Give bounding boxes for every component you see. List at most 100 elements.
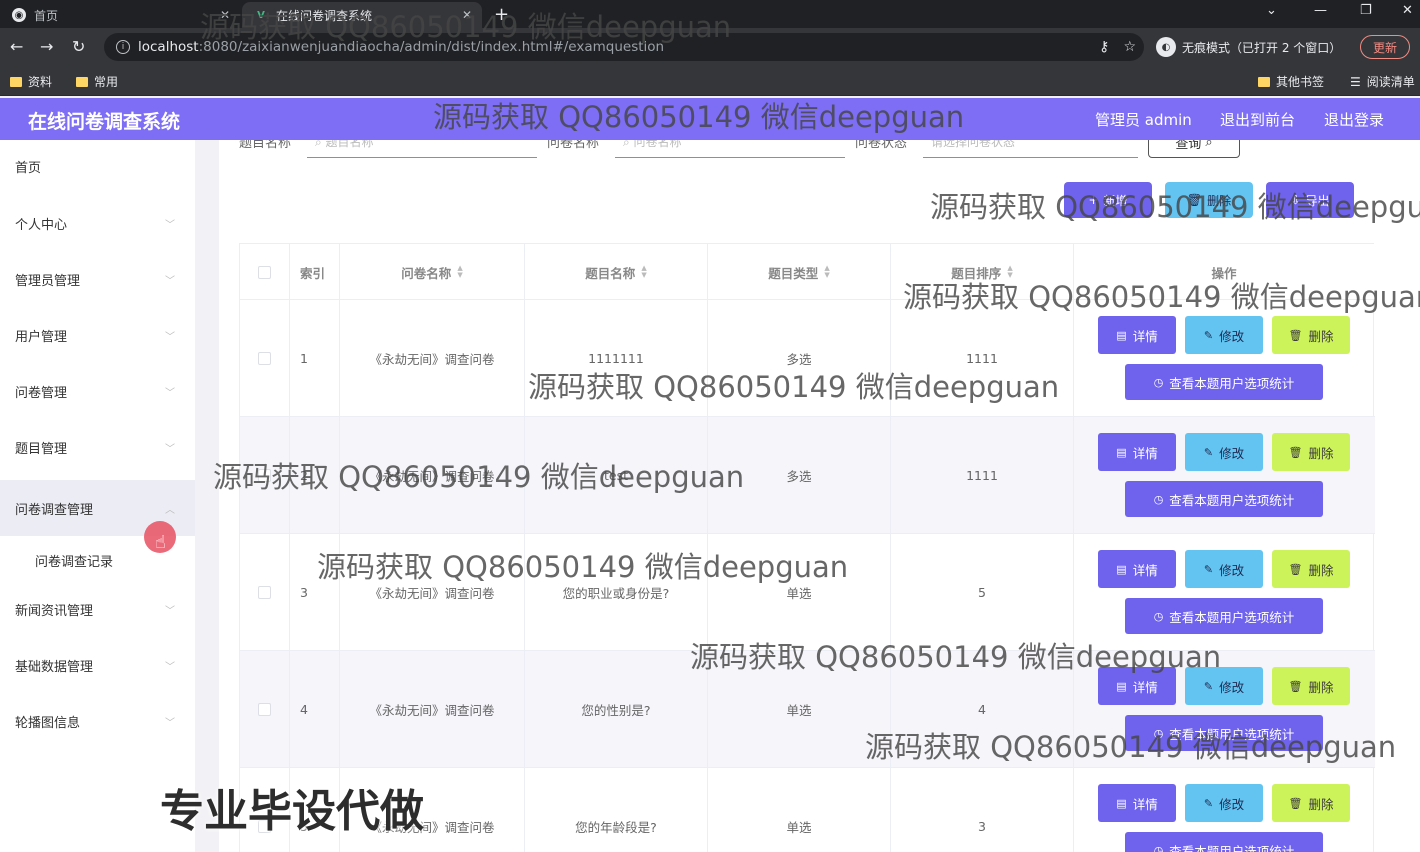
minimize-icon[interactable]: —	[1314, 3, 1327, 18]
incognito-icon: ◐	[1156, 37, 1176, 57]
browser-tab-home[interactable]: ◉ 首页 ✕	[0, 2, 240, 28]
site-info-icon[interactable]: i	[116, 40, 130, 54]
edit-button[interactable]: ✎ 修改	[1185, 550, 1263, 588]
cell-type: 单选	[708, 768, 891, 852]
chevron-down-icon: ﹀	[165, 605, 175, 617]
sidebar-item-user-management[interactable]: 用户管理 ﹀	[0, 313, 195, 357]
incognito-indicator[interactable]: ◐ 无痕模式（已打开 2 个窗口）	[1156, 35, 1341, 59]
detail-button[interactable]: ▤ 详情	[1098, 667, 1176, 705]
table-row: 1 《永劫无间》调查问卷 1111111 多选 1111 ▤ 详情 ✎ 修改 🗑 删除 ◷ 查看本题用户…	[240, 300, 1375, 417]
cell-question: 您的年龄段是?	[525, 768, 708, 852]
close-icon[interactable]: ✕	[220, 8, 230, 22]
column-header-actions: 操作	[1211, 265, 1237, 281]
select-all-checkbox[interactable]	[258, 265, 271, 279]
delete-button[interactable]: 🗑 删除	[1272, 316, 1350, 354]
exit-to-front-link[interactable]: 退出到前台	[1220, 109, 1295, 130]
url-input[interactable]: i localhost:8080/zaixianwenjuandiaocha/a…	[104, 33, 1144, 61]
edit-button[interactable]: ✎ 修改	[1185, 667, 1263, 705]
trash-icon: 🗑	[1288, 328, 1303, 342]
option-stats-button[interactable]: ◷ 查看本题用户选项统计	[1125, 715, 1323, 751]
query-button[interactable]: 查询 ⌕	[1148, 140, 1240, 158]
column-header-order[interactable]: 题目排序 ▲ ▼	[891, 244, 1074, 300]
cell-type: 单选	[708, 651, 891, 768]
sort-icon[interactable]: ▲ ▼	[824, 265, 829, 279]
sidebar-item-carousel[interactable]: 轮播图信息 ﹀	[0, 699, 195, 743]
bookmark-other[interactable]: 其他书签	[1258, 73, 1324, 90]
chevron-up-icon: ︿	[165, 504, 175, 516]
key-icon[interactable]: ⚷	[1099, 39, 1109, 55]
document-icon: ▤	[1116, 328, 1127, 342]
sidebar-item-question-management[interactable]: 题目管理 ﹀	[0, 425, 195, 469]
edit-button[interactable]: ✎ 修改	[1185, 433, 1263, 471]
sidebar-item-admin-management[interactable]: 管理员管理 ﹀	[0, 257, 195, 301]
chevron-down-icon: ﹀	[165, 219, 175, 231]
question-name-input[interactable]: ⌕ 题目名称	[307, 140, 537, 158]
option-stats-button[interactable]: ◷ 查看本题用户选项统计	[1125, 364, 1323, 400]
reload-icon[interactable]: ↻	[72, 37, 85, 56]
option-stats-button[interactable]: ◷ 查看本题用户选项统计	[1125, 481, 1323, 517]
row-checkbox[interactable]	[258, 703, 271, 716]
column-header-question[interactable]: 题目名称 ▲ ▼	[525, 244, 708, 300]
sidebar-item-questionnaire-management[interactable]: 问卷管理 ﹀	[0, 369, 195, 413]
sidebar-item-base-data-management[interactable]: 基础数据管理 ﹀	[0, 643, 195, 687]
detail-button[interactable]: ▤ 详情	[1098, 316, 1176, 354]
cell-order: 1111	[891, 417, 1074, 534]
logout-link[interactable]: 退出登录	[1324, 109, 1384, 130]
delete-button[interactable]: 🗑 删除	[1272, 433, 1350, 471]
option-stats-button[interactable]: ◷ 查看本题用户选项统计	[1125, 598, 1323, 634]
sort-icon[interactable]: ▲ ▼	[641, 265, 646, 279]
restore-icon[interactable]: ❐	[1360, 3, 1372, 18]
search-label-status: 问卷状态	[855, 140, 908, 151]
cell-index: 1	[290, 300, 340, 417]
clock-icon: ◷	[1153, 492, 1164, 506]
pencil-icon: ✎	[1203, 679, 1214, 693]
delete-button[interactable]: 🗑 删除	[1272, 550, 1350, 588]
bookmark-star-icon[interactable]: ☆	[1123, 39, 1136, 55]
trash-icon: 🗑	[1186, 193, 1203, 207]
browser-tab-strip: ◉ 首页 ✕ V 在线问卷调查系统 ✕ + ⌄ — ❐ ✕	[0, 0, 1420, 28]
questionnaire-name-input[interactable]: ⌕ 问卷名称	[615, 140, 845, 158]
app-header: 在线问卷调查系统 管理员 admin 退出到前台 退出登录	[0, 98, 1420, 140]
url-path: :8080/zaixianwenjuandiaocha/admin/dist/i…	[198, 39, 665, 55]
chevron-down-icon: ﹀	[165, 661, 175, 673]
document-icon: ▤	[1116, 445, 1127, 459]
sidebar-item-news-management[interactable]: 新闻资讯管理 ﹀	[0, 587, 195, 631]
row-checkbox[interactable]	[258, 352, 271, 365]
bookmark-folder-ziliao[interactable]: 资料	[10, 73, 52, 90]
row-checkbox[interactable]	[258, 469, 271, 482]
row-checkbox-cell	[240, 534, 290, 651]
column-header-type[interactable]: 题目类型 ▲ ▼	[708, 244, 891, 300]
option-stats-button[interactable]: ◷ 查看本题用户选项统计	[1125, 832, 1323, 852]
browser-tab-active[interactable]: V 在线问卷调查系统 ✕	[242, 2, 482, 28]
detail-button[interactable]: ▤ 详情	[1098, 550, 1176, 588]
column-header-questionnaire[interactable]: 问卷名称 ▲ ▼	[340, 244, 525, 300]
tab-search-icon[interactable]: ⌄	[1266, 3, 1277, 18]
update-button[interactable]: 更新	[1360, 35, 1410, 59]
edit-button[interactable]: ✎ 修改	[1185, 784, 1263, 822]
back-icon[interactable]: ←	[10, 37, 23, 56]
detail-button[interactable]: ▤ 详情	[1098, 784, 1176, 822]
detail-button[interactable]: ▤ 详情	[1098, 433, 1176, 471]
trash-icon: 🗑	[1288, 445, 1303, 459]
delete-button[interactable]: 🗑 删除	[1272, 784, 1350, 822]
forward-icon[interactable]: →	[40, 37, 53, 56]
edit-button[interactable]: ✎ 修改	[1185, 316, 1263, 354]
row-checkbox[interactable]	[258, 586, 271, 599]
export-button[interactable]: ⇩ 导出	[1266, 182, 1354, 218]
sort-icon[interactable]: ▲ ▼	[457, 265, 462, 279]
new-tab-button[interactable]: +	[494, 4, 509, 25]
bookmark-folder-changyong[interactable]: 常用	[76, 73, 118, 90]
sort-icon[interactable]: ▲ ▼	[1007, 265, 1012, 279]
cell-index: 3	[290, 534, 340, 651]
delete-button[interactable]: 🗑 删除	[1272, 667, 1350, 705]
reading-list[interactable]: ☰ 阅读清单	[1350, 73, 1415, 90]
add-button[interactable]: + 新增	[1064, 182, 1152, 218]
questionnaire-status-select[interactable]: 请选择问卷状态	[923, 140, 1138, 158]
window-close-icon[interactable]: ✕	[1402, 3, 1413, 18]
chevron-down-icon: ﹀	[165, 443, 175, 455]
batch-delete-button[interactable]: 🗑 删除	[1165, 182, 1253, 218]
sidebar-item-personal-center[interactable]: 个人中心 ﹀	[0, 201, 195, 245]
close-icon[interactable]: ✕	[462, 8, 472, 22]
cell-question: 1111111	[525, 300, 708, 417]
sidebar-item-home[interactable]: 首页	[0, 144, 195, 188]
